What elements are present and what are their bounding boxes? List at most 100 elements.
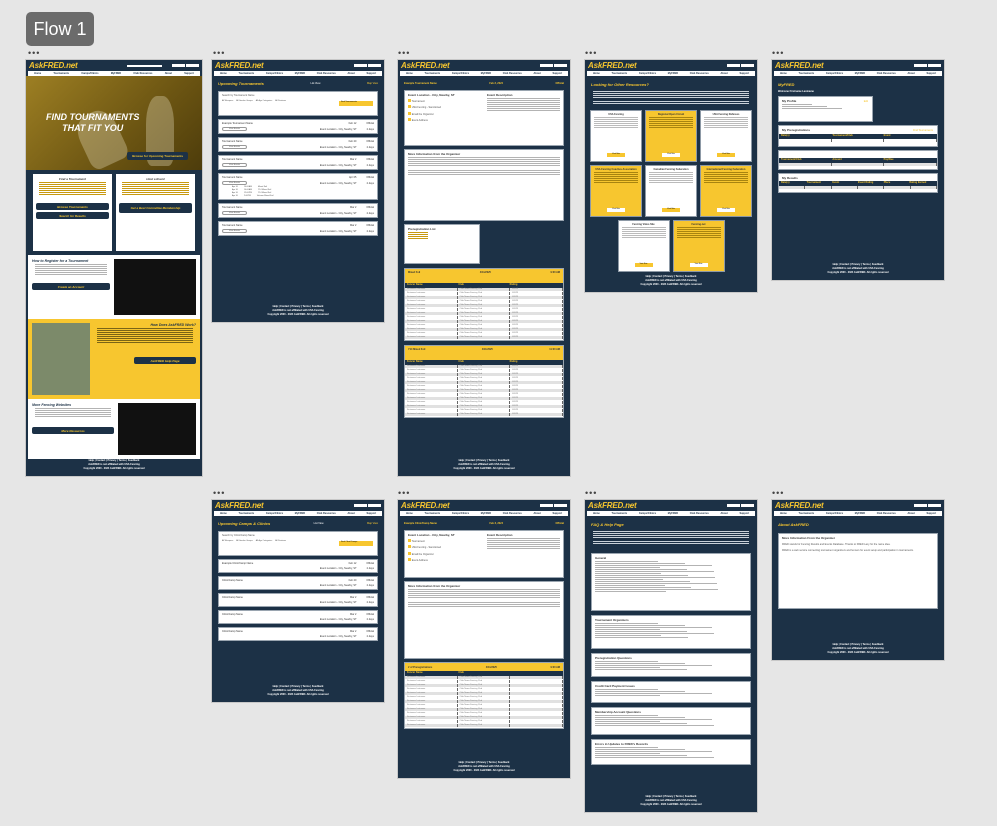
frame-myfred[interactable]: AskFRED.net Home Tournaments Camps/Clinics… xyxy=(772,60,944,280)
nav-item[interactable]: MyFRED xyxy=(111,72,121,75)
resource-card[interactable]: USA Fencing Coaches Association Visit Sit… xyxy=(590,165,642,217)
find-tournaments-button[interactable]: Find Tournaments xyxy=(339,101,373,106)
division-select[interactable]: All Divisions xyxy=(275,100,286,102)
login-button[interactable] xyxy=(171,64,185,67)
nav-item[interactable]: Home xyxy=(34,72,41,75)
logo[interactable]: AskFRED.net xyxy=(215,61,264,70)
frame-menu-icon[interactable]: ••• xyxy=(585,489,597,498)
resource-card[interactable]: Canadian Fencing Federation Visit Site xyxy=(645,165,697,217)
visit-site-button[interactable]: Visit Site xyxy=(607,208,625,212)
nav-item[interactable]: MyFRED xyxy=(295,512,305,515)
frame-camps[interactable]: AskFRED.net Home Tournaments Camps/Clinics… xyxy=(212,500,384,702)
weapon-select[interactable]: All Weapons xyxy=(222,540,233,542)
email-organizer-link[interactable]: Email the Organizer xyxy=(412,553,434,556)
list-view-link[interactable]: List View xyxy=(314,522,324,525)
item-name[interactable]: Tournament Name xyxy=(222,224,243,227)
view-events-button[interactable]: View Events xyxy=(222,181,247,185)
weapon-select[interactable]: All Weapons xyxy=(222,100,233,102)
nav-item[interactable]: Club Resources xyxy=(877,512,896,515)
nav-item[interactable]: Camps/Clinics xyxy=(266,512,283,515)
frame-menu-icon[interactable]: ••• xyxy=(772,49,784,58)
nav-item[interactable]: MyFRED xyxy=(481,512,491,515)
nav-item[interactable]: About xyxy=(721,72,728,75)
find-tournaments-link[interactable]: Find Tournaments xyxy=(913,129,933,132)
view-events-button[interactable]: View Events xyxy=(222,145,247,149)
list-item[interactable]: Clinic/Camp Name Mar 2 Official Event Locat… xyxy=(218,627,378,641)
nav-item[interactable]: About xyxy=(908,72,915,75)
map-view-link[interactable]: Map View xyxy=(367,522,378,525)
gender-select[interactable]: All Gender Groups xyxy=(236,540,253,542)
nav-item[interactable]: About xyxy=(348,512,355,515)
nav-item[interactable]: Club Resources xyxy=(877,72,896,75)
resource-card[interactable]: Fencing.net Visit Site xyxy=(672,220,725,272)
item-name[interactable]: Tournament Name xyxy=(222,206,243,209)
signup-button[interactable] xyxy=(741,504,754,507)
item-name[interactable]: Example Tournament Name xyxy=(222,122,253,125)
nav-item[interactable]: Tournaments xyxy=(425,72,441,75)
nav-item[interactable]: Home xyxy=(406,72,413,75)
item-name[interactable]: Tournament Name xyxy=(222,140,243,143)
login-button[interactable] xyxy=(727,64,740,67)
resource-card[interactable]: USA Fencing Visit Site xyxy=(590,110,642,162)
gender-select[interactable]: All Gender Groups xyxy=(236,100,253,102)
frame-menu-icon[interactable]: ••• xyxy=(213,489,225,498)
frame-menu-icon[interactable]: ••• xyxy=(585,49,597,58)
list-item[interactable]: Clinic/Camp Name Mar 2 Official Event Locat… xyxy=(218,610,378,624)
browse-tournaments-button[interactable]: Browse for Upcoming Tournaments xyxy=(127,152,188,160)
item-name[interactable]: Tournament Name xyxy=(222,158,243,161)
age-select[interactable]: All Age Categories xyxy=(256,100,272,102)
resource-card[interactable]: USA Fencing Referees Visit Site xyxy=(700,110,752,162)
faq-section[interactable]: Preregistration Questions xyxy=(591,653,751,677)
faq-section[interactable]: Tournament Organizers xyxy=(591,615,751,649)
age-select[interactable]: All Age Categories xyxy=(256,540,272,542)
membership-button[interactable]: Get a Best Committee Membership xyxy=(119,203,192,213)
visit-site-button[interactable]: Visit Site xyxy=(689,263,708,267)
more-resources-button[interactable]: More Resources xyxy=(32,427,114,434)
list-item[interactable]: Example Clinic/Camp Name Feb 12 Official Ev… xyxy=(218,559,378,573)
email-organizer-link[interactable]: Email the Organizer xyxy=(412,113,434,116)
nav-item[interactable]: MyFRED xyxy=(855,72,865,75)
view-events-button[interactable]: View Events xyxy=(222,211,247,215)
frame-faq[interactable]: AskFRED.net Home Tournaments Camps/Clinics… xyxy=(585,500,757,812)
nav-item[interactable]: Tournaments xyxy=(239,512,255,515)
logo[interactable]: AskFRED.net xyxy=(588,61,637,70)
nav-item[interactable]: Club Resources xyxy=(317,512,336,515)
nav-item[interactable]: About xyxy=(348,72,355,75)
nav-item[interactable]: Tournaments xyxy=(799,72,815,75)
create-account-button[interactable]: Create an Account xyxy=(32,283,110,290)
visit-site-button[interactable]: Visit Site xyxy=(662,208,680,212)
flow-label[interactable]: Flow 1 xyxy=(26,12,94,46)
nav-item[interactable]: Tournaments xyxy=(239,72,255,75)
login-button[interactable] xyxy=(540,504,553,507)
nav-item[interactable]: Tournaments xyxy=(799,512,815,515)
nav-item[interactable]: Home xyxy=(780,512,787,515)
nav-item[interactable]: Camps/Clinics xyxy=(639,512,656,515)
nav-item[interactable]: MyFRED xyxy=(668,512,678,515)
list-item[interactable]: Tournament Name Apr 05 Official View Events… xyxy=(218,173,378,200)
list-view-link[interactable]: List View xyxy=(310,82,320,85)
nav-item[interactable]: About xyxy=(165,72,172,75)
nav-item[interactable]: MyFRED xyxy=(481,72,491,75)
signup-button[interactable] xyxy=(928,504,941,507)
frame-home[interactable]: AskFRED.net Home Tournaments Camps/Clini… xyxy=(26,60,202,476)
nav-item[interactable]: MyFRED xyxy=(855,512,865,515)
nav-item[interactable]: Camps/Clinics xyxy=(826,512,843,515)
nav-item[interactable]: Camps/Clinics xyxy=(452,512,469,515)
frame-menu-icon[interactable]: ••• xyxy=(213,49,225,58)
nav-item[interactable]: MyFRED xyxy=(668,72,678,75)
resource-card[interactable]: Regional Open Circuit Visit Site xyxy=(645,110,697,162)
help-page-button[interactable]: AskFRED Help Page xyxy=(134,357,196,364)
item-name[interactable]: Example Clinic/Camp Name xyxy=(222,562,253,565)
faq-section[interactable]: Credit Card Payment Issues xyxy=(591,681,751,703)
view-events-button[interactable]: View Events xyxy=(222,127,247,131)
nav-item[interactable]: About xyxy=(534,72,541,75)
visit-site-button[interactable]: Visit Site xyxy=(717,208,735,212)
nav-item[interactable]: Camps/Clinics xyxy=(639,72,656,75)
visit-site-button[interactable]: Visit Site xyxy=(607,153,625,157)
nav-item[interactable]: Camps/Clinics xyxy=(452,72,469,75)
item-name[interactable]: Clinic/Camp Name xyxy=(222,579,243,582)
nav-item[interactable]: Support xyxy=(926,512,936,515)
item-name[interactable]: Tournament Name xyxy=(222,176,243,179)
frame-about[interactable]: AskFRED.net Home Tournaments Camps/Clinics… xyxy=(772,500,944,660)
resource-card[interactable]: International Fencing Federation Visit Si… xyxy=(700,165,752,217)
